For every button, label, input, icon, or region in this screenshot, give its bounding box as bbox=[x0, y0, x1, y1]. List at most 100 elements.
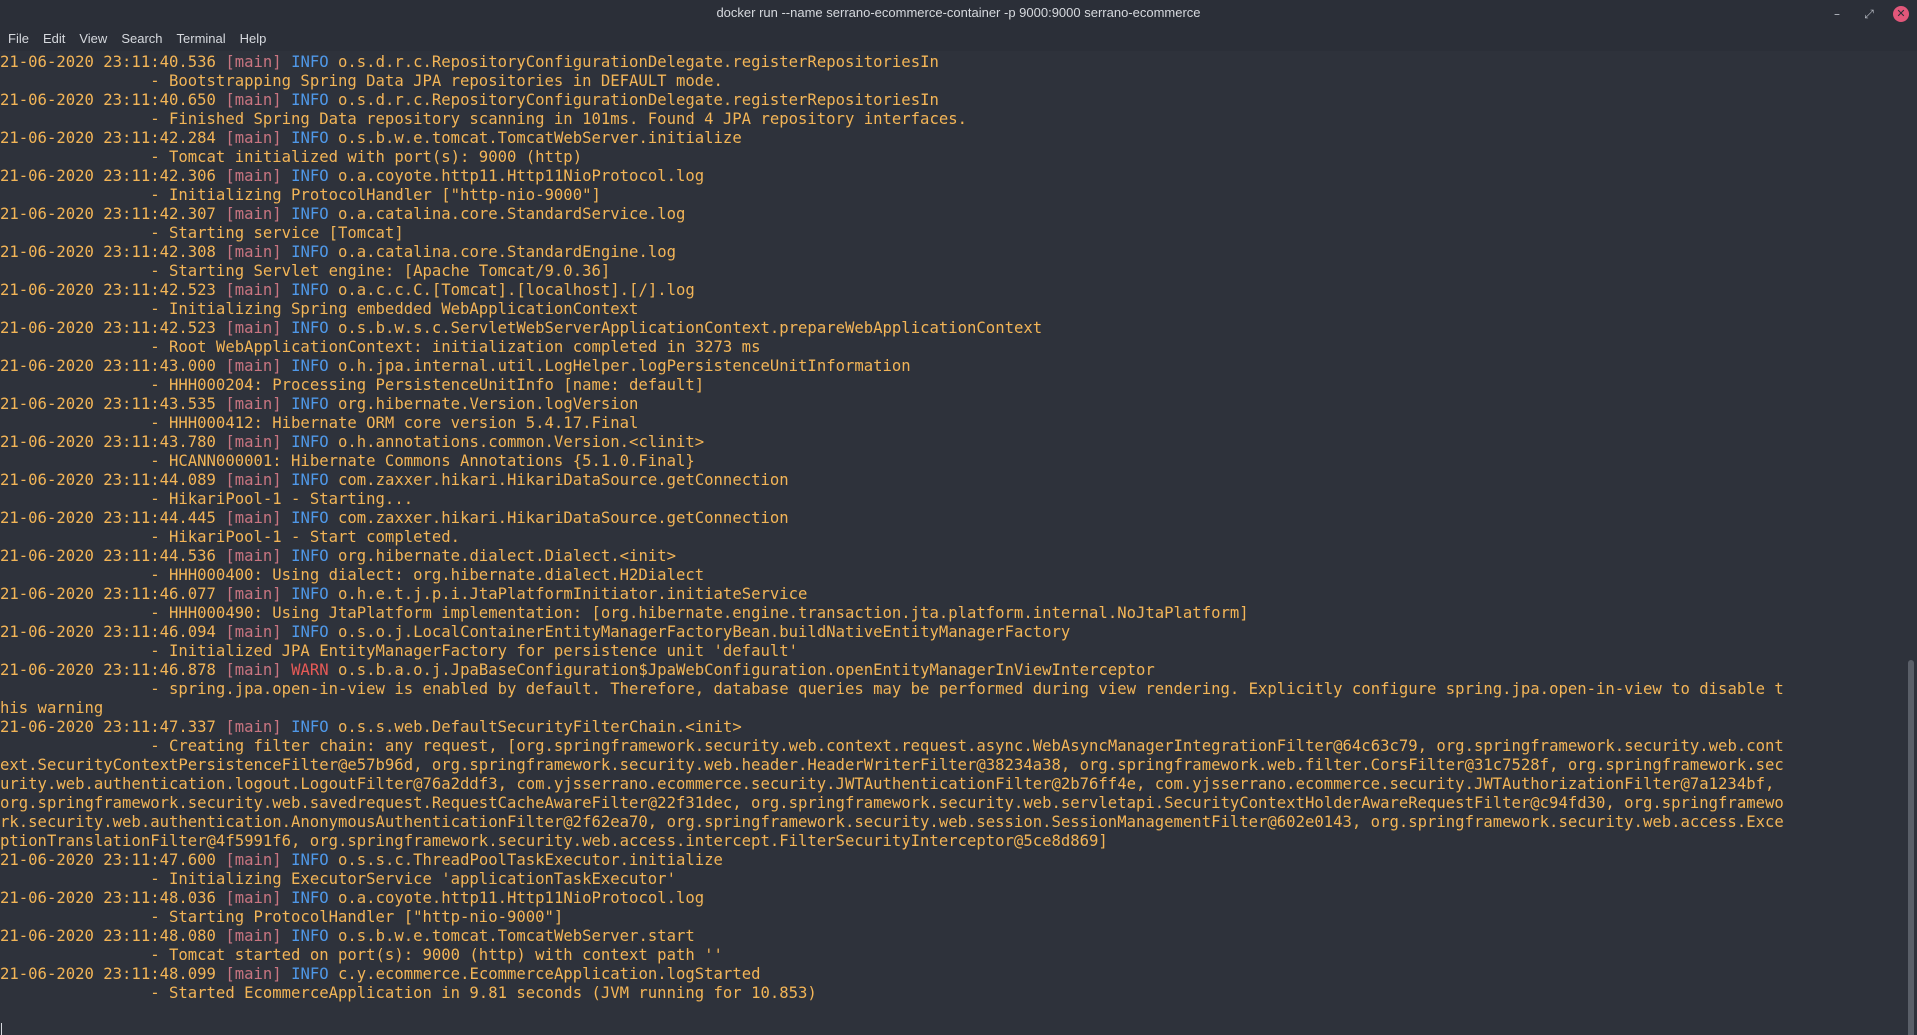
maximize-icon[interactable]: ⤢ bbox=[1861, 6, 1877, 22]
log-level: INFO bbox=[291, 281, 329, 299]
log-continuation-text: ptionTranslationFilter@4f5991f6, org.spr… bbox=[0, 832, 1108, 850]
log-timestamp: 21-06-2020 23:11:43.000 bbox=[0, 357, 216, 375]
log-indent bbox=[0, 414, 150, 432]
terminal-window: docker run --name serrano-ecommerce-cont… bbox=[0, 0, 1917, 1035]
log-logger: o.s.b.a.o.j.JpaBaseConfiguration$JpaWebC… bbox=[338, 661, 1155, 679]
log-continuation-text: org.springframework.security.web.savedre… bbox=[0, 794, 1784, 812]
log-message-text: - Finished Spring Data repository scanni… bbox=[150, 110, 967, 128]
log-message-text: - HCANN000001: Hibernate Commons Annotat… bbox=[150, 452, 695, 470]
log-logger: o.a.coyote.http11.Http11NioProtocol.log bbox=[338, 889, 705, 907]
menu-edit[interactable]: Edit bbox=[36, 27, 72, 51]
log-line: 21-06-2020 23:11:40.536 [main] INFO o.s.… bbox=[0, 53, 1902, 72]
log-message: - Initialized JPA EntityManagerFactory f… bbox=[0, 642, 1902, 661]
log-message-text: - Starting Servlet engine: [Apache Tomca… bbox=[150, 262, 611, 280]
log-indent bbox=[0, 680, 150, 698]
log-thread: [main] bbox=[225, 547, 282, 565]
log-thread: [main] bbox=[225, 53, 282, 71]
log-message: - Started EcommerceApplication in 9.81 s… bbox=[0, 984, 1902, 1003]
log-timestamp: 21-06-2020 23:11:44.445 bbox=[0, 509, 216, 527]
menu-file[interactable]: File bbox=[0, 27, 36, 51]
log-level: WARN bbox=[291, 661, 329, 679]
log-line: 21-06-2020 23:11:43.535 [main] INFO org.… bbox=[0, 395, 1902, 414]
log-level: INFO bbox=[291, 623, 329, 641]
log-logger: o.h.e.t.j.p.i.JtaPlatformInitiator.initi… bbox=[338, 585, 808, 603]
log-logger: o.s.s.web.DefaultSecurityFilterChain.<in… bbox=[338, 718, 742, 736]
menu-help[interactable]: Help bbox=[233, 27, 274, 51]
log-message: - HHH000490: Using JtaPlatform implement… bbox=[0, 604, 1902, 623]
log-message-text: - HikariPool-1 - Start completed. bbox=[150, 528, 461, 546]
log-timestamp: 21-06-2020 23:11:47.337 bbox=[0, 718, 216, 736]
log-indent bbox=[0, 642, 150, 660]
log-message-text: - HHH000204: Processing PersistenceUnitI… bbox=[150, 376, 705, 394]
log-line: 21-06-2020 23:11:47.600 [main] INFO o.s.… bbox=[0, 851, 1902, 870]
log-timestamp: 21-06-2020 23:11:46.878 bbox=[0, 661, 216, 679]
log-message: - Bootstrapping Spring Data JPA reposito… bbox=[0, 72, 1902, 91]
log-indent bbox=[0, 946, 150, 964]
log-message-text: - HHH000400: Using dialect: org.hibernat… bbox=[150, 566, 705, 584]
log-timestamp: 21-06-2020 23:11:42.308 bbox=[0, 243, 216, 261]
terminal-output[interactable]: 21-06-2020 23:11:40.536 [main] INFO o.s.… bbox=[0, 53, 1902, 1035]
log-message-text: - Initialized JPA EntityManagerFactory f… bbox=[150, 642, 799, 660]
log-message: - Initializing ProtocolHandler ["http-ni… bbox=[0, 186, 1902, 205]
log-message: - Root WebApplicationContext: initializa… bbox=[0, 338, 1902, 357]
log-thread: [main] bbox=[225, 889, 282, 907]
log-timestamp: 21-06-2020 23:11:46.094 bbox=[0, 623, 216, 641]
log-indent bbox=[0, 528, 150, 546]
log-line: 21-06-2020 23:11:42.523 [main] INFO o.s.… bbox=[0, 319, 1902, 338]
log-continuation-text: urity.web.authentication.logout.LogoutFi… bbox=[0, 775, 1775, 793]
log-indent bbox=[0, 224, 150, 242]
log-line: 21-06-2020 23:11:46.878 [main] WARN o.s.… bbox=[0, 661, 1902, 680]
log-level: INFO bbox=[291, 319, 329, 337]
log-thread: [main] bbox=[225, 433, 282, 451]
log-timestamp: 21-06-2020 23:11:40.650 bbox=[0, 91, 216, 109]
log-level: INFO bbox=[291, 927, 329, 945]
log-timestamp: 21-06-2020 23:11:44.089 bbox=[0, 471, 216, 489]
log-logger: o.a.coyote.http11.Http11NioProtocol.log bbox=[338, 167, 705, 185]
scrollbar[interactable] bbox=[1905, 53, 1917, 1035]
menu-search[interactable]: Search bbox=[114, 27, 169, 51]
log-line: 21-06-2020 23:11:43.000 [main] INFO o.h.… bbox=[0, 357, 1902, 376]
log-logger: o.h.annotations.common.Version.<clinit> bbox=[338, 433, 705, 451]
log-indent bbox=[0, 452, 150, 470]
log-line: 21-06-2020 23:11:42.284 [main] INFO o.s.… bbox=[0, 129, 1902, 148]
log-timestamp: 21-06-2020 23:11:44.536 bbox=[0, 547, 216, 565]
log-logger: o.s.d.r.c.RepositoryConfigurationDelegat… bbox=[338, 91, 939, 109]
log-line: 21-06-2020 23:11:46.077 [main] INFO o.h.… bbox=[0, 585, 1902, 604]
close-icon[interactable]: ✕ bbox=[1893, 6, 1909, 22]
log-thread: [main] bbox=[225, 509, 282, 527]
log-timestamp: 21-06-2020 23:11:46.077 bbox=[0, 585, 216, 603]
log-level: INFO bbox=[291, 889, 329, 907]
log-thread: [main] bbox=[225, 585, 282, 603]
log-level: INFO bbox=[291, 395, 329, 413]
log-indent bbox=[0, 870, 150, 888]
log-logger: o.a.c.c.C.[Tomcat].[localhost].[/].log bbox=[338, 281, 695, 299]
log-message: - Finished Spring Data repository scanni… bbox=[0, 110, 1902, 129]
log-thread: [main] bbox=[225, 927, 282, 945]
log-message: - HHH000412: Hibernate ORM core version … bbox=[0, 414, 1902, 433]
log-message-text: - Root WebApplicationContext: initializa… bbox=[150, 338, 761, 356]
minimize-icon[interactable]: – bbox=[1829, 6, 1845, 22]
log-timestamp: 21-06-2020 23:11:42.523 bbox=[0, 319, 216, 337]
log-thread: [main] bbox=[225, 661, 282, 679]
log-thread: [main] bbox=[225, 319, 282, 337]
text-cursor bbox=[1, 1023, 2, 1035]
menu-view[interactable]: View bbox=[72, 27, 114, 51]
log-level: INFO bbox=[291, 53, 329, 71]
log-message: - Starting service [Tomcat] bbox=[0, 224, 1902, 243]
log-continuation-text: rk.security.web.authentication.Anonymous… bbox=[0, 813, 1784, 831]
menu-terminal[interactable]: Terminal bbox=[170, 27, 233, 51]
log-message: - Creating filter chain: any request, [o… bbox=[0, 737, 1902, 756]
log-indent bbox=[0, 566, 150, 584]
log-message: - Starting ProtocolHandler ["http-nio-90… bbox=[0, 908, 1902, 927]
log-continuation-text: his warning bbox=[0, 699, 104, 717]
log-continuation: his warning bbox=[0, 699, 1902, 718]
log-logger: o.s.b.w.e.tomcat.TomcatWebServer.initial… bbox=[338, 129, 742, 147]
title-bar[interactable]: docker run --name serrano-ecommerce-cont… bbox=[0, 0, 1917, 27]
scrollbar-thumb[interactable] bbox=[1908, 660, 1914, 1035]
log-level: INFO bbox=[291, 965, 329, 983]
log-continuation-text: ext.SecurityContextPersistenceFilter@e57… bbox=[0, 756, 1784, 774]
log-level: INFO bbox=[291, 547, 329, 565]
log-logger: o.h.jpa.internal.util.LogHelper.logPersi… bbox=[338, 357, 911, 375]
log-continuation: ptionTranslationFilter@4f5991f6, org.spr… bbox=[0, 832, 1902, 851]
log-message: - Initializing Spring embedded WebApplic… bbox=[0, 300, 1902, 319]
